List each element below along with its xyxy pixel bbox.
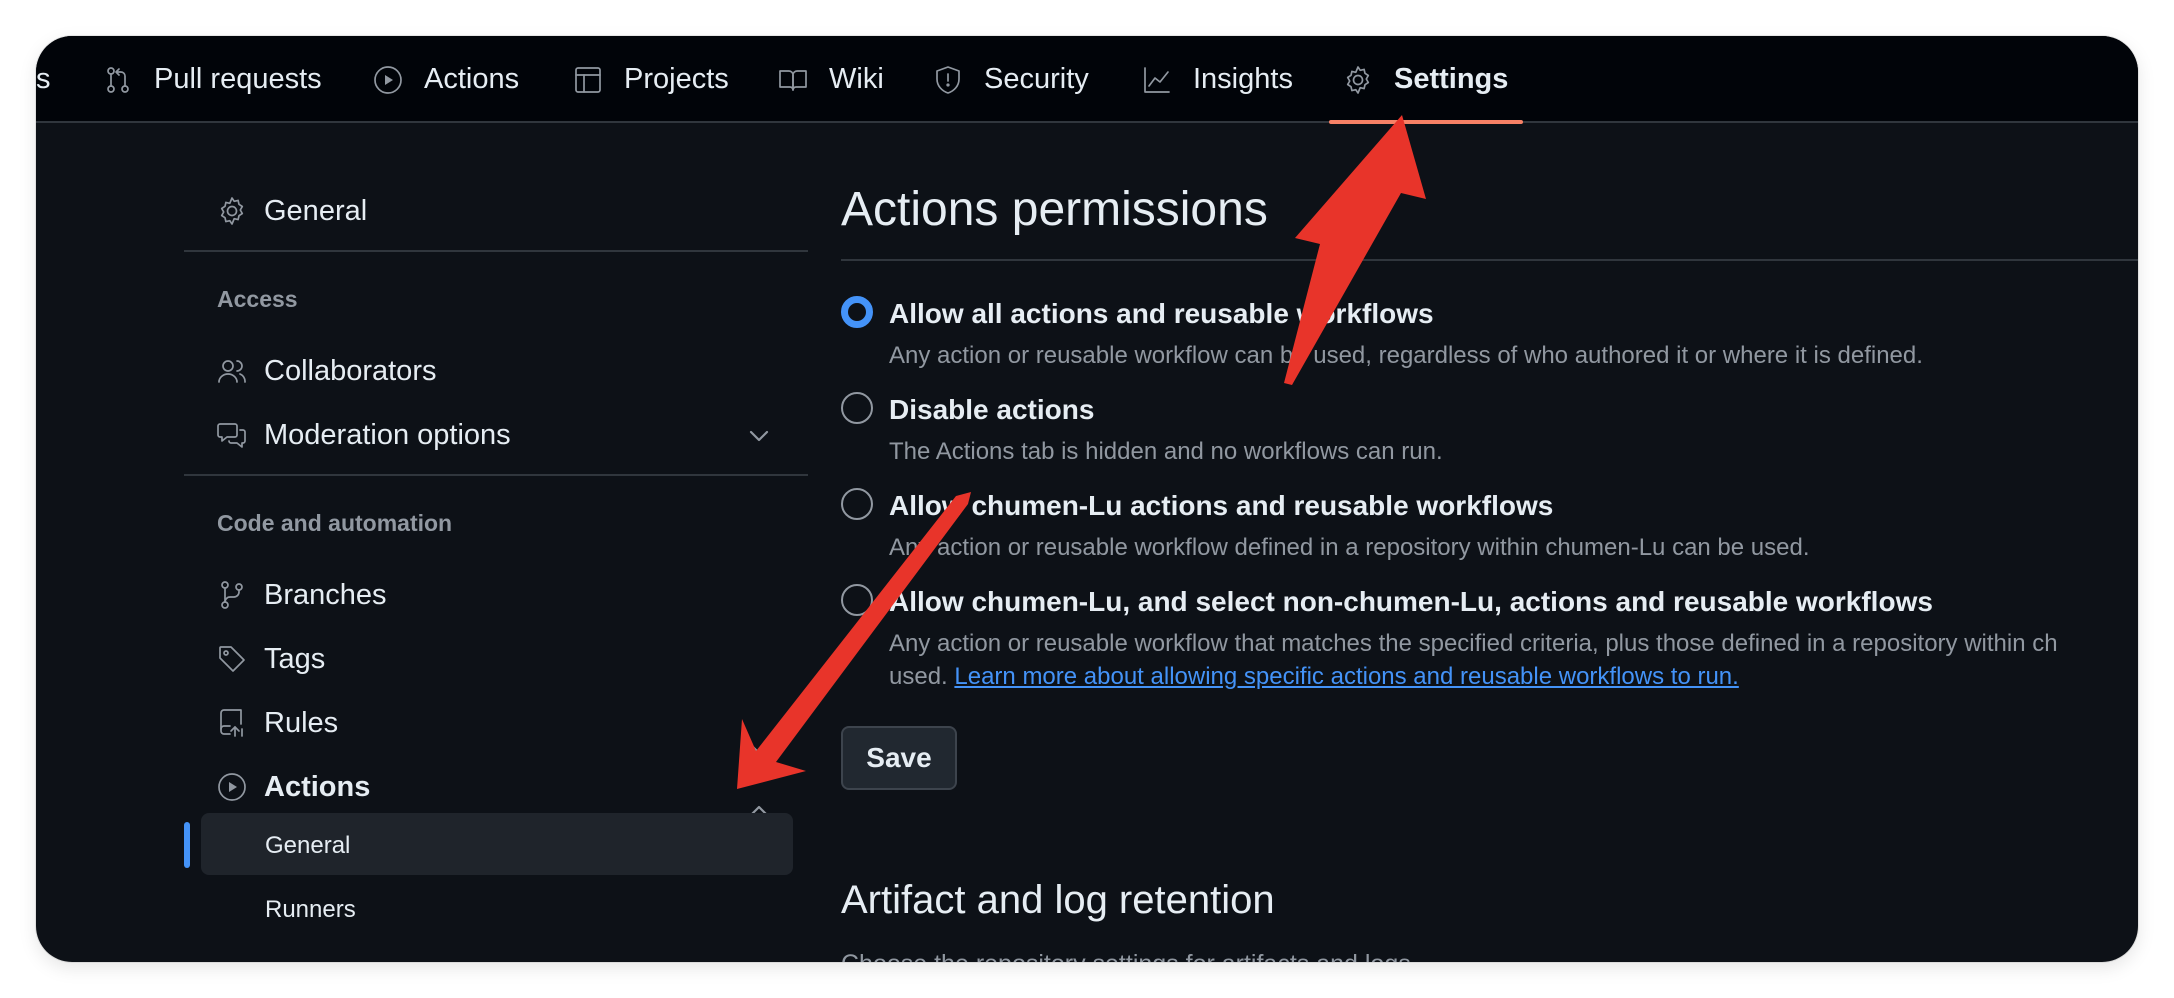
repo-nav: s Pull requests Actions Projects Wiki Se… [36, 36, 2138, 123]
option-label-allow-all[interactable]: Allow all actions and reusable workflows [889, 298, 1434, 330]
page-title: Actions permissions [841, 183, 1268, 236]
learn-more-link[interactable]: Learn more about allowing specific actio… [954, 663, 1738, 690]
sidebar-item-collaborators[interactable]: Collaborators [216, 342, 436, 400]
active-tab-indicator [1329, 120, 1523, 124]
sidebar-item-label: Collaborators [264, 354, 437, 387]
repo-push-icon [220, 709, 243, 737]
radio-allow-select[interactable] [841, 584, 873, 616]
radio-allow-owner[interactable] [841, 488, 873, 520]
sidebar-item-label: General [264, 194, 368, 227]
sidebar-item-label: Tags [264, 642, 326, 675]
tab-insights[interactable]: Insights [1141, 36, 1293, 123]
tag-icon [219, 646, 245, 672]
sidebar-item-rules[interactable]: Rules [216, 694, 338, 752]
option-desc-text: used. [889, 663, 948, 690]
radio-allow-all[interactable] [841, 296, 873, 328]
play-icon [374, 65, 402, 94]
shield-icon [936, 65, 960, 94]
sidebar-item-label: Moderation options [264, 418, 511, 451]
tab-label: Projects [624, 63, 729, 95]
tab-label: Actions [424, 63, 520, 95]
sidebar-item-actions[interactable]: Actions [216, 758, 370, 816]
play-icon [218, 773, 246, 801]
tab-partial[interactable]: s [36, 36, 51, 123]
sidebar-item-general[interactable]: General [216, 182, 367, 240]
people-icon [218, 360, 246, 383]
book-icon [779, 69, 807, 91]
tab-security[interactable]: Security [932, 36, 1089, 123]
sidebar-subitem-runners[interactable]: Runners [265, 896, 356, 924]
comment-discussion-icon [217, 423, 246, 448]
tab-settings[interactable]: Settings [1342, 36, 1508, 123]
gear-icon [220, 197, 244, 225]
section-desc-partial: Choose the repository settings for artif… [841, 950, 1411, 962]
sidebar-heading-access: Access [217, 286, 298, 312]
chevron-down-icon[interactable] [746, 423, 772, 454]
tab-actions[interactable]: Actions [372, 36, 519, 123]
table-icon [575, 66, 601, 93]
chevron-down-icon[interactable] [746, 736, 772, 767]
title-divider [841, 259, 2138, 261]
radio-disable-actions[interactable] [841, 392, 873, 424]
tab-pull-requests[interactable]: Pull requests [102, 36, 322, 123]
sidebar-heading-code-automation: Code and automation [217, 510, 453, 536]
option-desc-allow-select-line2: used. Learn more about allowing specific… [889, 663, 1739, 691]
tab-label: s [36, 63, 51, 95]
sidebar-item-label: Actions [264, 770, 371, 803]
tab-label: Security [984, 63, 1089, 95]
option-label-allow-owner[interactable]: Allow chumen-Lu actions and reusable wor… [889, 490, 1553, 522]
selected-indicator [184, 822, 190, 868]
section-title-artifact-retention: Artifact and log retention [841, 878, 1275, 922]
sidebar-subitem-general[interactable]: General [265, 832, 350, 860]
sidebar-item-label: Branches [264, 578, 387, 611]
option-label-allow-select[interactable]: Allow chumen-Lu, and select non-chumen-L… [889, 586, 1933, 618]
option-desc-disable-actions: The Actions tab is hidden and no workflo… [889, 438, 1443, 465]
branch-icon [221, 581, 243, 609]
graph-icon [1144, 66, 1170, 93]
tab-label: Settings [1394, 63, 1509, 95]
app-window: s Pull requests Actions Projects Wiki Se… [36, 36, 2138, 962]
gear-icon [1346, 65, 1370, 94]
sidebar-divider [184, 250, 808, 252]
option-desc-allow-select: Any action or reusable workflow that mat… [889, 630, 2058, 657]
sidebar-item-label: Rules [264, 706, 339, 739]
sidebar-divider [184, 474, 808, 476]
tab-label: Pull requests [154, 63, 322, 95]
save-button[interactable]: Save [841, 726, 957, 790]
option-label-disable-actions[interactable]: Disable actions [889, 394, 1094, 426]
sidebar-item-branches[interactable]: Branches [216, 566, 387, 624]
option-desc-allow-all: Any action or reusable workflow can be u… [889, 342, 1923, 369]
tab-projects[interactable]: Projects [572, 36, 729, 123]
sidebar-item-moderation[interactable]: Moderation options [216, 406, 511, 464]
pull-request-icon [107, 66, 129, 93]
sidebar-item-tags[interactable]: Tags [216, 630, 325, 688]
tab-label: Wiki [829, 63, 884, 95]
tab-wiki[interactable]: Wiki [777, 36, 884, 123]
tab-label: Insights [1193, 63, 1293, 95]
option-desc-allow-owner: Any action or reusable workflow defined … [889, 534, 1810, 561]
